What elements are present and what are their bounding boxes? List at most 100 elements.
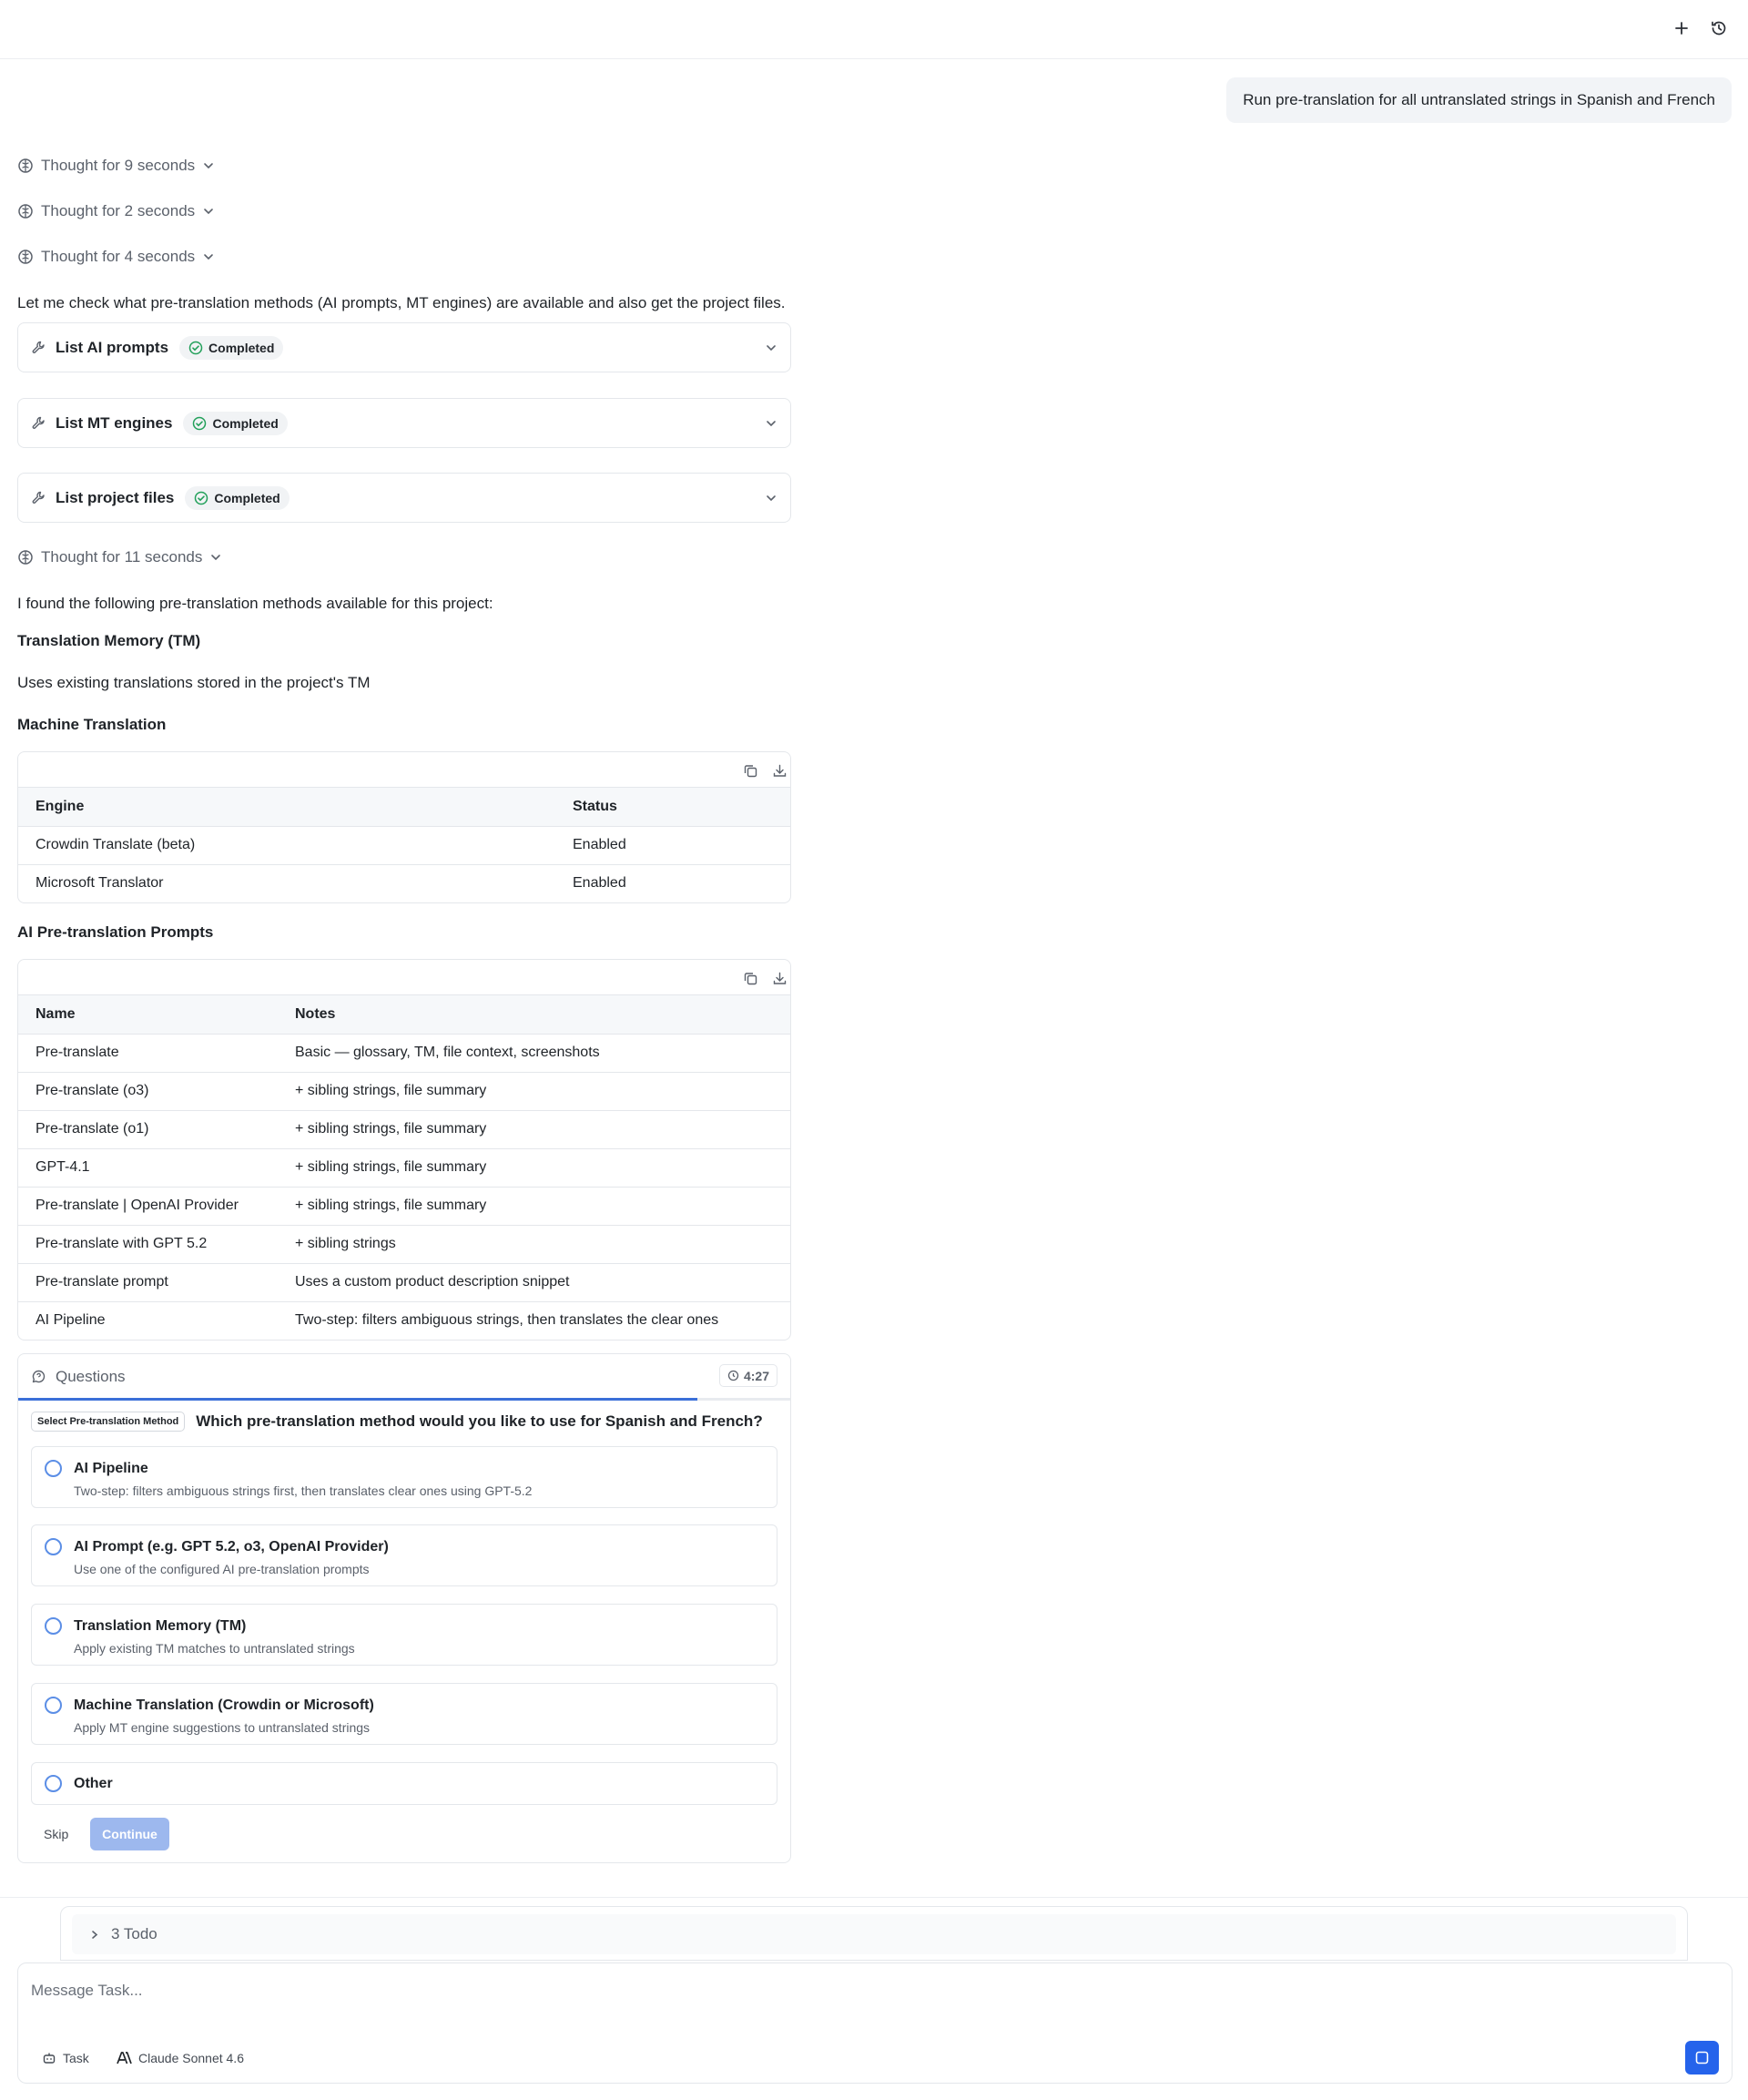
status-label: Completed: [214, 490, 280, 505]
copy-icon[interactable]: [740, 968, 760, 988]
table-cell: GPT-4.1: [18, 1148, 278, 1188]
tool-call-list-mt-engines[interactable]: List MT engines Completed: [17, 398, 791, 448]
mode-selector[interactable]: Task: [35, 2044, 97, 2073]
option-label: AI Pipeline: [74, 1461, 148, 1476]
table-cell: + sibling strings, file summary: [278, 1148, 790, 1188]
table-cell: Pre-translate: [18, 1034, 278, 1073]
model-selector[interactable]: Claude Sonnet 4.6: [109, 2044, 251, 2073]
todo-panel: 3 Todo: [60, 1906, 1688, 1961]
table-row: Pre-translate | OpenAI Provider + sibling…: [18, 1187, 790, 1226]
chevron-down-icon: [204, 254, 213, 260]
thought-toggle[interactable]: Thought for 11 seconds: [17, 545, 222, 569]
table-row: GPT-4.1 + sibling strings, file summary: [18, 1148, 790, 1188]
brain-icon: [18, 250, 33, 264]
table-cell: Enabled: [573, 875, 626, 892]
questions-title: Questions: [56, 1367, 126, 1385]
column-header: Status: [555, 788, 790, 827]
message-input[interactable]: [31, 1976, 1397, 2005]
tool-name: List MT engines: [56, 413, 173, 432]
status-label: Completed: [208, 340, 275, 355]
table-row: Pre-translate Basic — glossary, TM, file …: [18, 1034, 790, 1073]
chevron-down-icon: [211, 555, 221, 561]
thought-toggle[interactable]: Thought for 2 seconds: [17, 199, 215, 223]
status-label: Completed: [212, 415, 279, 431]
column-header: Notes: [278, 995, 790, 1035]
table-cell: Basic — glossary, TM, file context, scre…: [278, 1034, 790, 1073]
chevron-right-icon: [92, 1930, 98, 1939]
found-text: I found the following pre-translation me…: [17, 595, 493, 612]
question-text: Which pre-translation method would you l…: [196, 1412, 763, 1430]
skip-button[interactable]: Skip: [31, 1818, 81, 1850]
robot-icon: [43, 2053, 56, 2064]
table-row: Pre-translate (o1) + sibling strings, fil…: [18, 1110, 790, 1149]
download-icon[interactable]: [769, 760, 789, 780]
history-icon[interactable]: [1705, 15, 1733, 42]
message-composer: Task Claude Sonnet 4.6: [17, 1962, 1733, 2084]
wrench-icon: [31, 415, 46, 431]
model-label: Claude Sonnet 4.6: [138, 2051, 244, 2065]
status-badge: Completed: [183, 411, 288, 435]
option-translation-memory[interactable]: Translation Memory (TM) Apply existing T…: [31, 1604, 777, 1666]
chevron-down-icon: [204, 163, 213, 169]
table-cell: Pre-translate prompt: [18, 1263, 278, 1302]
option-label: Other: [74, 1776, 113, 1791]
mode-label: Task: [63, 2051, 89, 2065]
chevron-down-icon: [765, 342, 777, 354]
option-label: AI Prompt (e.g. GPT 5.2, o3, OpenAI Prov…: [74, 1539, 389, 1555]
thought-label: Thought for 9 seconds: [41, 157, 196, 174]
copy-icon[interactable]: [740, 760, 760, 780]
table-cell: Microsoft Translator: [36, 875, 164, 892]
tool-call-list-ai-prompts[interactable]: List AI prompts Completed: [17, 322, 791, 372]
option-ai-prompt[interactable]: AI Prompt (e.g. GPT 5.2, o3, OpenAI Prov…: [31, 1524, 777, 1586]
download-icon[interactable]: [769, 968, 789, 988]
mt-heading: Machine Translation: [17, 716, 167, 733]
table-cell: Pre-translate (o1): [18, 1110, 278, 1149]
table-cell: + sibling strings, file summary: [278, 1110, 790, 1149]
option-label: Machine Translation (Crowdin or Microsof…: [74, 1697, 374, 1713]
table-cell: + sibling strings, file summary: [278, 1187, 790, 1226]
check-circle-icon: [193, 416, 207, 430]
tool-name: List AI prompts: [56, 338, 169, 356]
radio-button[interactable]: [45, 1697, 62, 1714]
table-cell: + sibling strings: [278, 1225, 790, 1264]
thought-toggle[interactable]: Thought for 4 seconds: [17, 245, 215, 269]
assistant-intro-text: Let me check what pre-translation method…: [17, 294, 786, 311]
table-cell: Crowdin Translate (beta): [18, 826, 555, 865]
brain-icon: [18, 158, 33, 173]
table-cell: AI Pipeline: [36, 1312, 106, 1329]
top-bar: [0, 0, 1748, 59]
table-row: Microsoft Translator Enabled: [18, 864, 790, 902]
table-header-row: Name Notes: [18, 995, 790, 1035]
status-badge: Completed: [185, 485, 290, 510]
ai-prompts-table: Name Notes Pre-translate Basic — glossary…: [17, 959, 791, 1341]
option-machine-translation[interactable]: Machine Translation (Crowdin or Microsof…: [31, 1683, 777, 1745]
radio-button[interactable]: [45, 1538, 62, 1555]
continue-button[interactable]: Continue: [90, 1818, 169, 1850]
ai-heading: AI Pre-translation Prompts: [17, 923, 214, 941]
table-row: Crowdin Translate (beta) Enabled: [18, 826, 790, 865]
radio-button[interactable]: [45, 1617, 62, 1635]
column-header: Name: [18, 995, 278, 1035]
timer-progress-fill: [18, 1398, 698, 1401]
chevron-down-icon: [204, 209, 213, 215]
stop-button[interactable]: [1685, 2041, 1719, 2075]
option-other[interactable]: Other: [31, 1762, 777, 1805]
table-cell: Pre-translate with GPT 5.2: [18, 1225, 278, 1264]
column-header: Engine: [18, 788, 555, 827]
table-cell: + sibling strings, file summary: [278, 1072, 790, 1111]
thought-toggle[interactable]: Thought for 9 seconds: [17, 154, 215, 178]
table-toolbar: [18, 752, 790, 788]
table-toolbar: [18, 960, 790, 995]
radio-button[interactable]: [45, 1775, 62, 1792]
check-circle-icon: [195, 491, 208, 505]
radio-button[interactable]: [45, 1460, 62, 1477]
tool-call-list-project-files[interactable]: List project files Completed: [17, 473, 791, 523]
plus-icon[interactable]: [1668, 15, 1695, 42]
table-header-row: Engine Status: [18, 788, 790, 827]
option-ai-pipeline[interactable]: AI Pipeline Two-step: filters ambiguous …: [31, 1446, 777, 1508]
todo-toggle[interactable]: 3 Todo: [72, 1914, 1676, 1954]
stop-icon: [1695, 2051, 1709, 2064]
user-message: Run pre-translation for all untranslated…: [1226, 77, 1732, 123]
brain-icon: [18, 204, 33, 219]
bottom-divider: [0, 1897, 1748, 1898]
